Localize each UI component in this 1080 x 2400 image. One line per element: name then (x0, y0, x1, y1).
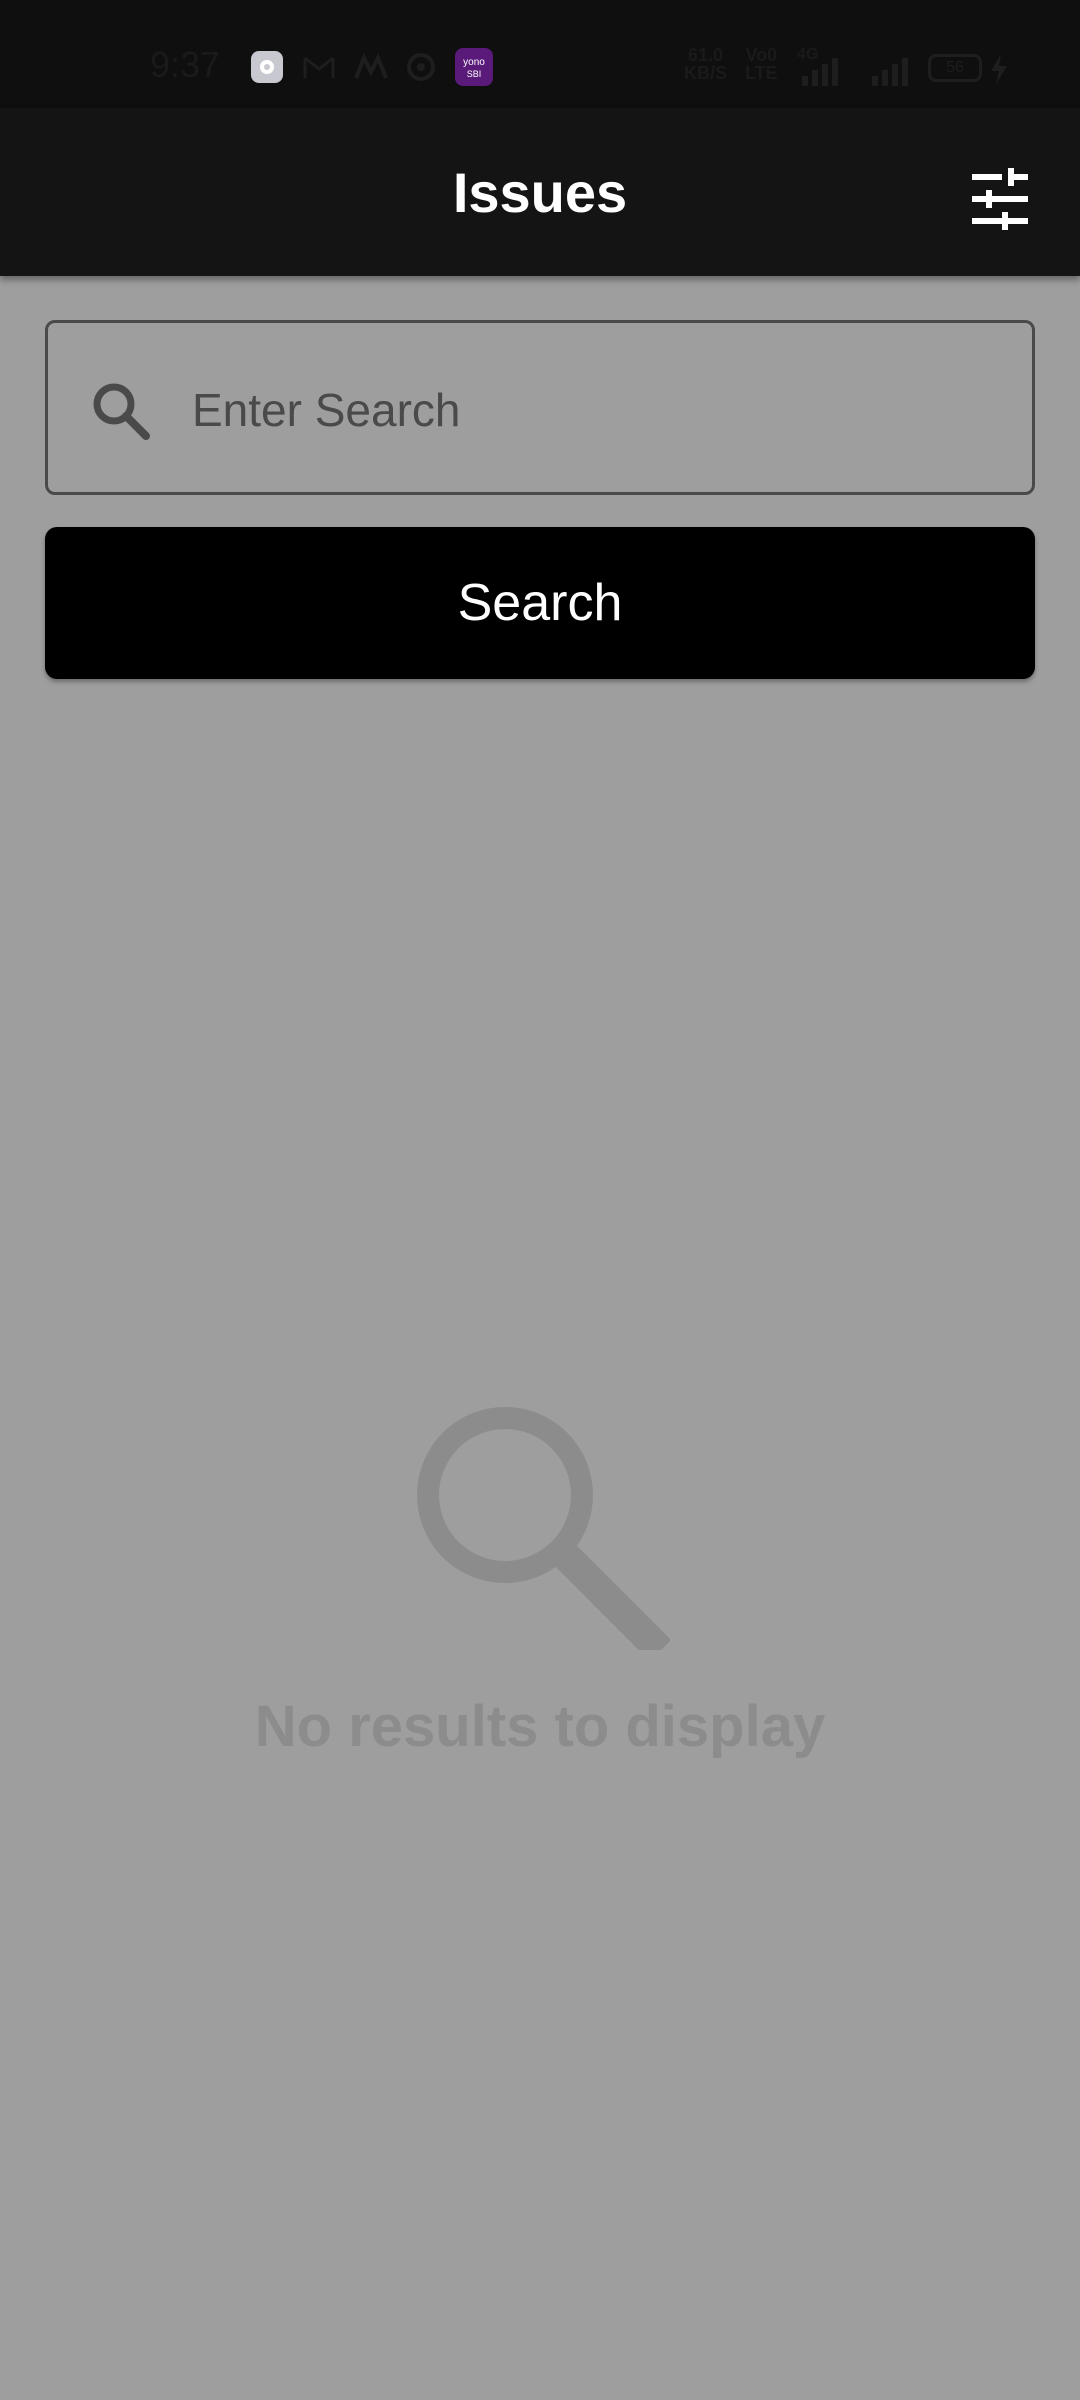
gmail-icon (303, 56, 335, 78)
search-field[interactable] (45, 320, 1035, 495)
status-time: 9:37 (150, 44, 221, 85)
battery-level: 56 (946, 59, 964, 76)
search-icon (93, 383, 150, 440)
signal-strength-icon (802, 58, 838, 86)
charging-icon (991, 54, 1007, 84)
sync-icon (407, 53, 435, 81)
page-title: Issues (452, 161, 628, 224)
svg-text:SBI: SBI (467, 69, 482, 79)
yono-sbi-icon: yono SBI (455, 48, 493, 86)
search-input[interactable] (190, 363, 994, 457)
tune-icon[interactable] (960, 160, 1040, 240)
svg-text:yono: yono (463, 57, 485, 68)
app-bar: Issues (0, 108, 1080, 276)
signal-strength-2-icon (872, 58, 908, 86)
settings-icon (251, 51, 283, 83)
empty-search-icon (417, 1407, 670, 1650)
empty-state-message: No results to display (254, 1694, 826, 1759)
search-button[interactable]: Search (45, 527, 1035, 679)
status-bar: 9:37 yono SBI 61.0 KB/S Vo0 LTE 4G 56 (0, 0, 1080, 108)
volte-indicator: Vo0 LTE (745, 45, 778, 83)
network-speed: 61.0 KB/S (684, 45, 728, 83)
battery-icon: 56 (928, 54, 982, 82)
m-app-icon (354, 53, 388, 79)
